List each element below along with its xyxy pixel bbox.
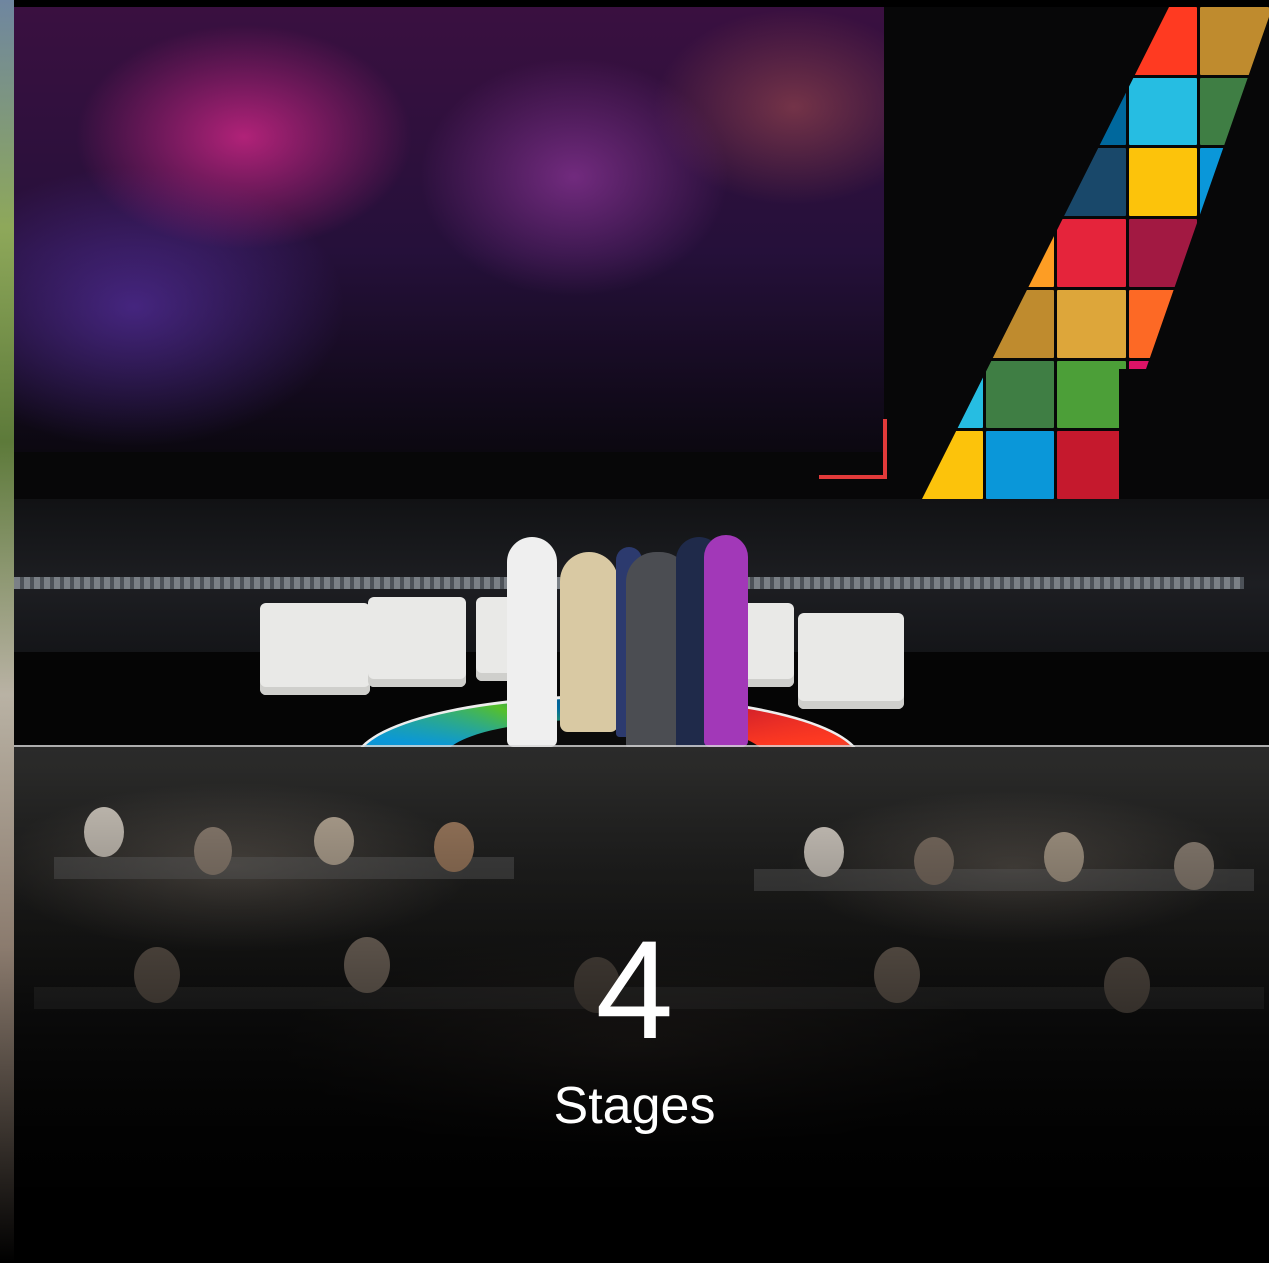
- sdg-tile: [922, 148, 983, 217]
- sdg-tile: [1128, 219, 1198, 287]
- stage-screen: [14, 7, 1269, 499]
- sdg-tile: [1200, 431, 1269, 499]
- sdg-tile: [985, 77, 1055, 146]
- sdg-tile: [985, 148, 1055, 217]
- sdg-tile: [1128, 289, 1198, 358]
- sdg-tile: [1200, 7, 1269, 75]
- sdg-tile: [1057, 219, 1126, 287]
- sdg-tile-grid: [922, 7, 1269, 499]
- armchair: [260, 603, 370, 695]
- sdg-tile: [1200, 289, 1269, 358]
- armchair: [798, 613, 904, 709]
- sdg-tile: [922, 289, 983, 358]
- sdg-tile: [1128, 7, 1198, 75]
- sdg-tile: [1128, 360, 1198, 429]
- sdg-tile: [1057, 77, 1126, 146]
- sdg-tile: [1200, 360, 1269, 429]
- sdg-tile: [1057, 7, 1126, 75]
- sdg-tile: [1057, 431, 1126, 499]
- sdg-tile: [1200, 148, 1269, 217]
- sdg-tile: [985, 360, 1055, 429]
- screen-crowd-image: [14, 7, 884, 452]
- sdg-tile: [985, 431, 1055, 499]
- sdg-tile: [1128, 77, 1198, 146]
- speaker: [507, 537, 557, 747]
- sdg-tile: [1057, 360, 1126, 429]
- stat-number: 4: [595, 911, 674, 1068]
- stat-label: Stages: [553, 1077, 716, 1135]
- screen-corner-bracket: [819, 419, 887, 479]
- sdg-tile: [922, 77, 983, 146]
- sdg-tile: [922, 219, 983, 287]
- stat-overlay: 4 Stages: [0, 911, 1269, 1135]
- sdg-tile: [922, 7, 983, 75]
- sdg-tile: [1200, 77, 1269, 146]
- sdg-tile: [985, 289, 1055, 358]
- sdg-tile: [1200, 219, 1269, 287]
- sdg-tile: [985, 7, 1055, 75]
- speaker: [560, 552, 618, 732]
- sdg-tile: [985, 219, 1055, 287]
- sdg-tile: [1128, 148, 1198, 217]
- sdg-tile: [922, 360, 983, 429]
- sdg-tile-band: [922, 7, 1269, 499]
- speaker: [704, 535, 748, 747]
- sdg-tile: [1128, 431, 1198, 499]
- sdg-tile: [1057, 148, 1126, 217]
- armchair: [368, 597, 466, 687]
- sdg-tile: [922, 431, 983, 499]
- sdg-tile: [1057, 289, 1126, 358]
